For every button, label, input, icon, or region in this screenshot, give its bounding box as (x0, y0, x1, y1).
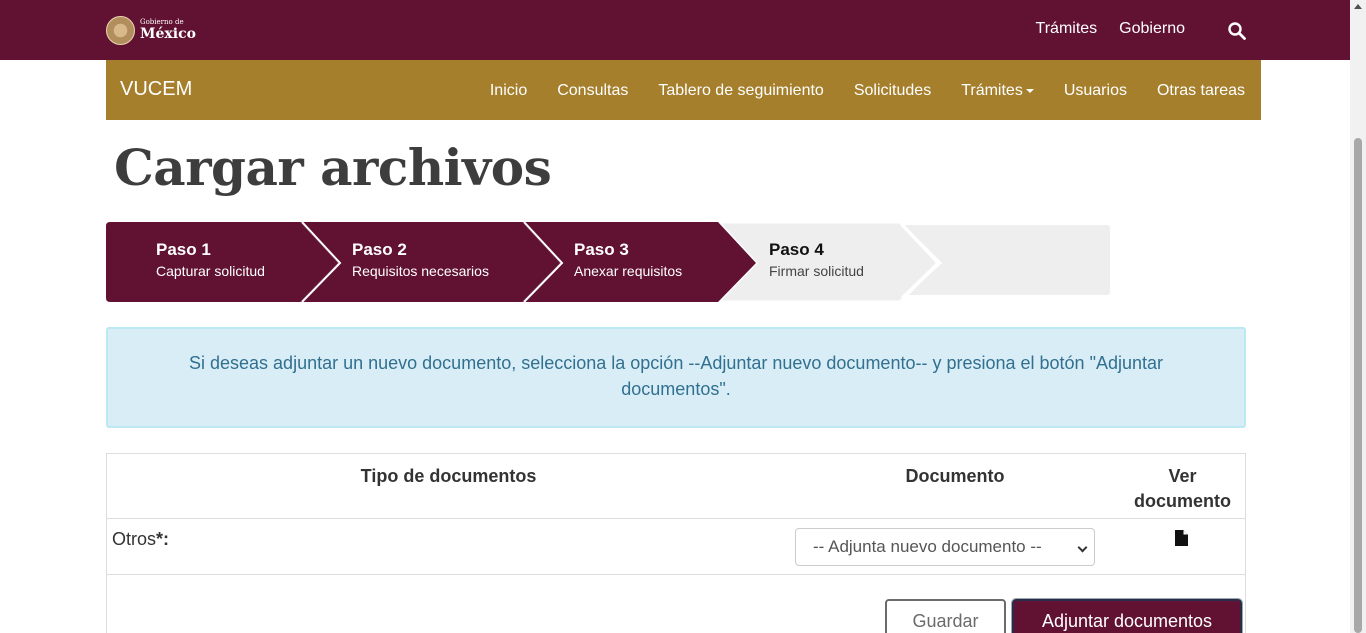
wizard-stepper: Paso 1 Capturar solicitud Paso 2 Requisi… (106, 222, 1110, 302)
header-ver-line1: Ver (1168, 466, 1197, 486)
row-tipo-text: Otros (112, 529, 157, 549)
adjuntar-documentos-button[interactable]: Adjuntar documentos (1011, 598, 1243, 633)
step-1[interactable]: Paso 1 Capturar solicitud (156, 240, 265, 279)
header-tipo: Tipo de documentos (360, 466, 537, 486)
scroll-thumb[interactable] (1354, 138, 1362, 633)
document-select-value: -- Adjunta nuevo documento -- (813, 537, 1042, 556)
table-row-label: Otros*: (112, 529, 169, 550)
documents-table: Tipo de documentos Documento Ver documen… (106, 453, 1246, 633)
step-3-title: Paso 3 (574, 240, 629, 259)
nav-item-tramites-label: Trámites (961, 82, 1023, 99)
page-scrollbar[interactable] (1350, 0, 1366, 633)
logo-text: Gobierno de México (140, 18, 196, 42)
step-2-subtitle: Requisitos necesarios (352, 263, 489, 279)
step-3-subtitle: Anexar requisitos (574, 263, 683, 279)
step-4[interactable]: Paso 4 Firmar solicitud (769, 240, 864, 279)
page-title: Cargar archivos (114, 138, 552, 197)
table-divider (107, 518, 1245, 519)
gov-logo[interactable]: Gobierno de México (106, 14, 196, 46)
file-icon[interactable] (1175, 530, 1188, 546)
info-alert-text: Si deseas adjuntar un nuevo documento, s… (189, 353, 1163, 399)
nav-item-otras-tareas[interactable]: Otras tareas (1157, 82, 1245, 100)
nav-item-inicio[interactable]: Inicio (490, 82, 527, 100)
document-select[interactable]: -- Adjunta nuevo documento -- (795, 528, 1095, 566)
nav-item-consultas[interactable]: Consultas (557, 82, 628, 100)
step-1-title: Paso 1 (156, 240, 211, 259)
gov-header: Gobierno de México Trámites Gobierno (0, 0, 1350, 60)
nav-item-solicitudes[interactable]: Solicitudes (854, 82, 931, 100)
step-4-subtitle: Firmar solicitud (769, 263, 864, 279)
table-divider (107, 574, 1245, 575)
guardar-button[interactable]: Guardar (885, 599, 1006, 633)
header-ver-documento: Ver documento (1120, 464, 1245, 514)
header-documento: Documento (905, 466, 1005, 486)
gov-link-tramites[interactable]: Trámites (1036, 20, 1098, 38)
gov-link-gobierno[interactable]: Gobierno (1119, 20, 1185, 38)
seal-icon (106, 15, 135, 45)
logo-big-text: México (140, 26, 196, 42)
vucem-brand[interactable]: VUCEM (120, 78, 192, 101)
required-mark: *: (156, 529, 170, 549)
nav-item-usuarios[interactable]: Usuarios (1064, 82, 1127, 100)
step-3[interactable]: Paso 3 Anexar requisitos (574, 240, 682, 279)
nav-item-tablero[interactable]: Tablero de seguimiento (658, 82, 823, 100)
chevron-down-icon (1077, 542, 1088, 553)
step-4-title: Paso 4 (769, 240, 824, 259)
step-1-subtitle: Capturar solicitud (156, 263, 265, 279)
logo-small-text: Gobierno de (140, 18, 184, 26)
vucem-navbar: VUCEM Inicio Consultas Tablero de seguim… (106, 60, 1261, 120)
gov-nav: Trámites Gobierno (1036, 20, 1185, 38)
nav-item-tramites-dropdown[interactable]: Trámites (961, 82, 1034, 100)
caret-down-icon (1025, 88, 1034, 93)
step-2[interactable]: Paso 2 Requisitos necesarios (352, 240, 489, 279)
step-2-title: Paso 2 (352, 240, 407, 259)
header-ver-line2: documento (1134, 491, 1231, 511)
scroll-up-arrow-icon[interactable] (1354, 4, 1362, 9)
info-alert: Si deseas adjuntar un nuevo documento, s… (106, 327, 1246, 428)
search-icon[interactable] (1228, 22, 1246, 40)
vucem-nav: Inicio Consultas Tablero de seguimiento … (490, 82, 1245, 100)
